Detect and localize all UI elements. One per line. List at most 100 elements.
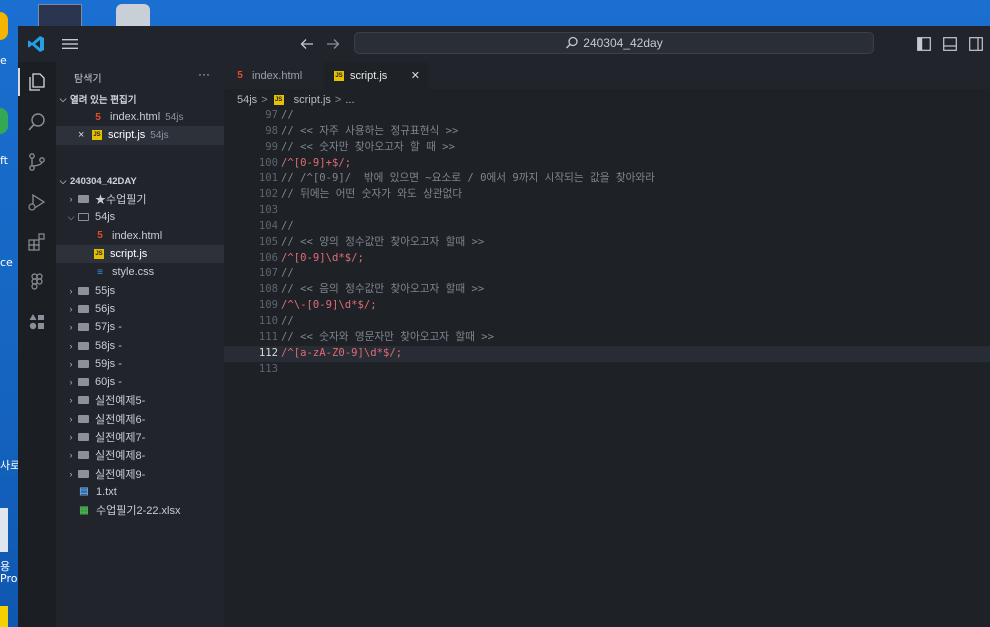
explorer-icon[interactable] <box>27 72 47 92</box>
tree-item[interactable]: › 실전예제8- <box>56 446 224 464</box>
toggle-sidebar-icon[interactable] <box>917 37 931 51</box>
tree-item[interactable]: › 57js - <box>56 318 224 336</box>
code-line[interactable]: 103 <box>224 203 990 219</box>
chevron-right-icon: › <box>69 432 73 442</box>
open-editor-item[interactable]: × JS script.js 54js <box>56 126 224 145</box>
activity-bar <box>18 62 56 627</box>
workspace-title: 240304_42DAY <box>70 175 137 187</box>
tree-item[interactable]: › ★수업필기 <box>56 190 224 208</box>
folder-open-icon <box>78 213 89 222</box>
breadcrumb-folder[interactable]: 54js <box>237 94 257 106</box>
js-file-icon: JS <box>273 95 284 105</box>
code-line[interactable]: 100/^[0-9]+$/; <box>224 156 990 172</box>
tree-item[interactable]: › 55js <box>56 281 224 299</box>
code-line[interactable]: 99// << 숫자만 찾아오고자 할 때 >> <box>224 140 990 156</box>
folder-icon <box>78 469 89 478</box>
open-editors-header[interactable]: ⌵ 열려 있는 편집기 <box>56 90 224 108</box>
desktop-icon-label[interactable]: e <box>0 54 7 67</box>
tree-item[interactable]: ▦ 수업필기2-22.xlsx <box>56 501 224 519</box>
tree-item[interactable]: › 56js <box>56 300 224 318</box>
line-number: 98 <box>265 124 278 137</box>
code-line[interactable]: 97// <box>224 108 990 124</box>
code-line[interactable]: 111// << 숫자와 영문자만 찾아오고자 할때 >> <box>224 330 990 346</box>
tree-item[interactable]: 5 index.html <box>56 227 224 245</box>
tree-item-label: style.css <box>112 266 155 279</box>
open-editor-item[interactable]: 5 index.html 54js <box>56 108 224 126</box>
more-actions-icon[interactable]: ··· <box>198 67 210 81</box>
folder-icon <box>78 286 89 295</box>
code-line[interactable]: 98// << 자주 사용하는 정규표현식 >> <box>224 124 990 140</box>
code-line[interactable]: 107// <box>224 266 990 282</box>
tab-script-js[interactable]: JS script.js ✕ <box>324 62 428 89</box>
desktop-app-icon[interactable] <box>0 12 8 40</box>
arrow-left-icon[interactable] <box>300 38 314 50</box>
search-icon[interactable] <box>27 112 47 132</box>
tree-item[interactable]: JS script.js <box>56 244 224 264</box>
code-line[interactable]: 108// << 음의 정수값만 찾아오고자 할때 >> <box>224 282 990 298</box>
figma-icon[interactable] <box>27 272 47 292</box>
extensions-icon[interactable] <box>27 232 47 252</box>
line-number: 109 <box>258 299 278 312</box>
line-number: 97 <box>265 109 278 121</box>
chevron-right-icon: › <box>69 358 73 369</box>
tree-item[interactable]: › 실전예제7- <box>56 428 224 446</box>
desktop-icon-label[interactable]: Pro <box>0 572 17 585</box>
arrow-right-icon[interactable] <box>326 38 340 50</box>
code-line[interactable]: 106/^[0-9]\d*$/; <box>224 251 990 267</box>
tree-item-label: 54js <box>95 211 116 224</box>
tree-item[interactable]: › 실전예제9- <box>56 464 224 482</box>
menu-icon[interactable] <box>62 38 78 50</box>
tree-item[interactable]: › 58js - <box>56 336 224 354</box>
tree-item[interactable]: ▤ 1.txt <box>56 483 224 501</box>
css-file-icon: ≡ <box>97 266 103 278</box>
tree-item[interactable]: ⌵ 54js <box>56 208 224 226</box>
tree-item[interactable]: › 실전예제6- <box>56 410 224 428</box>
tab-label: script.js <box>350 69 388 82</box>
code-line[interactable]: 105// << 양의 정수값만 찾아오고자 할때 >> <box>224 235 990 251</box>
desktop-app-icon[interactable] <box>0 108 8 134</box>
desktop-icon-label[interactable]: ft <box>0 154 8 167</box>
chevron-right-icon: › <box>69 322 73 333</box>
tree-item[interactable]: › 60js - <box>56 373 224 391</box>
run-debug-icon[interactable] <box>27 192 47 212</box>
code-line[interactable]: 112/^[a-zA-Z0-9]\d*$/; <box>224 345 990 362</box>
code-line[interactable]: 101// /^[0-9]/ 밖에 있으면 ~요소로 / 0에서 9까지 시작되… <box>224 171 990 187</box>
desktop-app-icon[interactable] <box>0 606 8 627</box>
code-line[interactable]: 102// 뒤에는 어떤 숫자가 와도 상관없다 <box>224 187 990 203</box>
source-control-icon[interactable] <box>27 152 47 172</box>
desktop-shortcut-icon[interactable] <box>116 4 150 28</box>
breadcrumb: 54js > JS script.js > ... <box>237 92 355 108</box>
editor-area: 5 index.html JS script.js ✕ 54js > JS sc… <box>224 62 990 627</box>
excel-file-icon: ▦ <box>79 504 89 516</box>
tree-item-label: script.js <box>110 248 148 261</box>
code-editor[interactable]: 97//98// << 자주 사용하는 정규표현식 >> 99// << 숫자만 … <box>224 108 990 377</box>
line-number: 111 <box>258 330 278 343</box>
tree-item[interactable]: ≡ style.css <box>56 263 224 281</box>
toggle-panel-icon[interactable] <box>943 37 957 51</box>
tree-item[interactable]: › 실전예제5- <box>56 391 224 409</box>
folder-icon <box>78 323 89 332</box>
code-line[interactable]: 113 <box>224 362 990 378</box>
desktop-app-icon[interactable] <box>0 508 8 552</box>
tab-close-icon[interactable]: ✕ <box>411 69 420 82</box>
chevron-right-icon: › <box>69 377 73 388</box>
code-line[interactable]: 110// <box>224 314 990 330</box>
breadcrumb-more[interactable]: ... <box>345 94 354 106</box>
code-line[interactable]: 109/^\-[0-9]\d*$/; <box>224 298 990 314</box>
close-icon[interactable]: × <box>78 129 92 141</box>
line-number: 107 <box>258 267 278 280</box>
tree-item[interactable]: › 59js - <box>56 355 224 373</box>
workspace-header[interactable]: ⌵ 240304_42DAY <box>56 172 224 190</box>
desktop-icon-label[interactable]: ce <box>0 256 13 269</box>
code-line[interactable]: 104// <box>224 219 990 235</box>
tab-index-html[interactable]: 5 index.html <box>224 62 324 89</box>
command-center-search[interactable]: 240304_42day <box>354 32 874 54</box>
breadcrumb-file[interactable]: script.js <box>294 94 331 106</box>
shapes-icon[interactable] <box>27 312 47 332</box>
line-number: 104 <box>258 219 278 232</box>
line-number: 108 <box>258 283 278 296</box>
tree-item-label: 실전예제6- <box>95 413 146 426</box>
toggle-secondary-sidebar-icon[interactable] <box>969 37 983 51</box>
tree-item-label: index.html <box>112 229 163 242</box>
html-file-icon: 5 <box>237 70 243 81</box>
